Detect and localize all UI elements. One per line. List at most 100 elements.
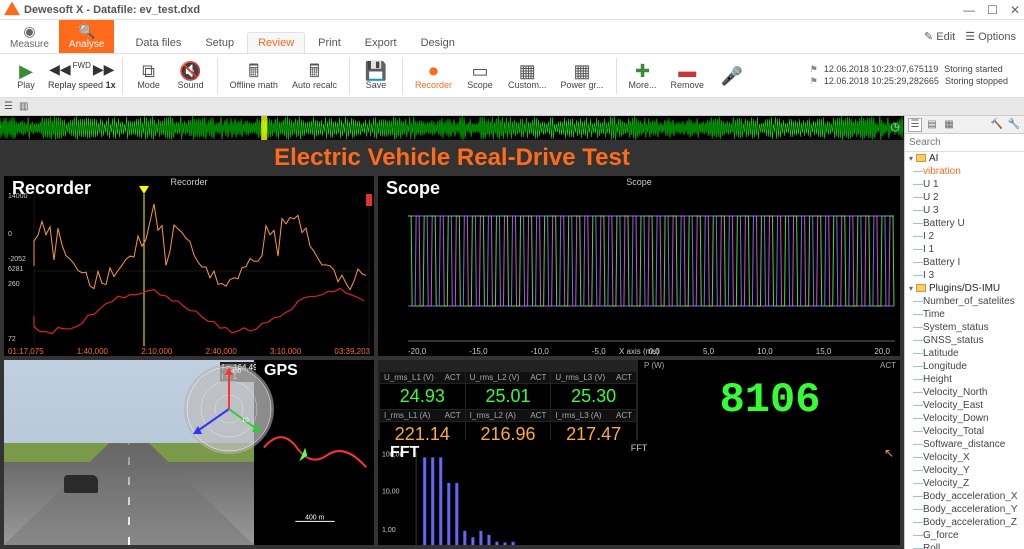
remove-button[interactable]: ▬Remove: [665, 60, 711, 92]
scope-title: Scope: [386, 178, 440, 199]
tree-item[interactable]: I 1: [905, 243, 1024, 256]
search-box[interactable]: 🔍: [905, 134, 1024, 152]
tree-item[interactable]: Body_acceleration_Y: [905, 503, 1024, 516]
tree-item[interactable]: Height: [905, 373, 1024, 386]
scope-x-label: X axis (ms): [619, 347, 659, 356]
cursor-icon[interactable]: ↖: [884, 446, 894, 460]
subtab-setup[interactable]: Setup: [194, 32, 245, 53]
subtab-datafiles[interactable]: Data files: [124, 32, 192, 53]
tree-item[interactable]: Velocity_Down: [905, 412, 1024, 425]
channels-icon[interactable]: ☰: [4, 101, 13, 112]
tree-item[interactable]: Latitude: [905, 347, 1024, 360]
tree-item[interactable]: Battery U: [905, 217, 1024, 230]
tree-item[interactable]: GNSS_status: [905, 334, 1024, 347]
recalc-icon: 🖩: [309, 62, 320, 80]
tree-item[interactable]: U 3: [905, 204, 1024, 217]
layout-icon[interactable]: ▥: [19, 101, 28, 112]
channel-tree[interactable]: AIvibrationU 1U 2U 3Battery UI 2I 1Batte…: [905, 152, 1024, 549]
video-panel[interactable]: 400 10 f = 164,492 Hz i = 1: [4, 360, 254, 545]
maximize-button[interactable]: ☐: [987, 3, 998, 17]
tree-item[interactable]: G_force: [905, 529, 1024, 542]
tree-item[interactable]: Time: [905, 308, 1024, 321]
svg-text:-2052: -2052: [8, 256, 26, 263]
subtab-review[interactable]: Review: [247, 32, 305, 53]
pencil-icon: ✎: [924, 30, 933, 43]
sound-button[interactable]: 🔇Sound: [171, 60, 211, 92]
recorder-subtitle: Recorder: [170, 177, 207, 187]
tree-group[interactable]: AI: [905, 152, 1024, 165]
tree-item[interactable]: Body_acceleration_X: [905, 490, 1024, 503]
dashboard-stage: ◷ Electric Vehicle Real-Drive Test Recor…: [0, 116, 904, 549]
mode-button[interactable]: ⧉Mode: [129, 60, 169, 92]
tab-measure[interactable]: ◉ Measure: [0, 20, 59, 53]
fft-panel[interactable]: FFT FFT 100,00 10,00 1,00 0,10 0,00 3906…: [378, 442, 900, 545]
tree-item[interactable]: Velocity_Y: [905, 464, 1024, 477]
tree-item[interactable]: Software_distance: [905, 438, 1024, 451]
options-button[interactable]: ☰Options: [965, 30, 1016, 43]
tree-item[interactable]: I 2: [905, 230, 1024, 243]
subtab-export[interactable]: Export: [354, 32, 408, 53]
hammer-icon[interactable]: 🔨: [990, 118, 1004, 132]
wrench-icon[interactable]: 🔧: [1007, 118, 1021, 132]
tree-item[interactable]: I 3: [905, 269, 1024, 282]
tree-item[interactable]: Roll: [905, 542, 1024, 549]
top-tabs: ◉ Measure 🔍 Analyse Data files Setup Rev…: [0, 20, 1024, 54]
app-title: Dewesoft X - Datafile: ev_test.dxd: [24, 4, 200, 16]
search-input[interactable]: [905, 134, 1024, 151]
tree-item[interactable]: Velocity_X: [905, 451, 1024, 464]
recorder-panel[interactable]: Recorder Recorder 14000: [4, 176, 374, 356]
tree-item[interactable]: U 2: [905, 191, 1024, 204]
replay-speed-control[interactable]: ◀◀ FWD ▶▶ Replay speed 1x: [48, 61, 116, 90]
tree-item[interactable]: System_status: [905, 321, 1024, 334]
tree-item[interactable]: Velocity_East: [905, 399, 1024, 412]
tree-item[interactable]: Longitude: [905, 360, 1024, 373]
tree-item[interactable]: Velocity_Z: [905, 477, 1024, 490]
calculator-icon: 🖩: [248, 62, 259, 80]
recorder-icon: ⏺: [429, 62, 438, 80]
auto-recalc-button[interactable]: 🖩Auto recalc: [286, 60, 343, 92]
mic-button[interactable]: 🎤: [712, 65, 752, 87]
u-rms-l1: 24.93: [380, 384, 465, 409]
gauge-icon: ◉: [23, 24, 35, 38]
subtab-print[interactable]: Print: [307, 32, 352, 53]
more-button[interactable]: ✚More...: [623, 60, 663, 92]
offline-math-button[interactable]: 🖩Offline math: [224, 60, 284, 92]
custom-view-button[interactable]: ▦Custom...: [502, 60, 553, 92]
secondary-bar: ☰ ▥: [0, 98, 1024, 116]
recorder-time-axis: 01:17,075 1:40,000 2:10,000 2:40,000 3:1…: [4, 347, 374, 356]
fastfwd-icon[interactable]: ▶▶: [93, 61, 115, 78]
channel-side-panel: ☰ ▤ ▦ 🔨 🔧 🔍 AIvibrationU 1U 2U 3Battery …: [904, 116, 1024, 549]
tree-item[interactable]: vibration: [905, 165, 1024, 178]
app-logo-icon: [4, 2, 20, 18]
list-view-icon[interactable]: ▤: [925, 118, 939, 132]
close-button[interactable]: ✕: [1010, 3, 1020, 17]
subtab-design[interactable]: Design: [410, 32, 466, 53]
tree-item[interactable]: Velocity_Total: [905, 425, 1024, 438]
scope-subtitle: Scope: [626, 177, 652, 187]
tree-item[interactable]: Velocity_North: [905, 386, 1024, 399]
tree-view-icon[interactable]: ☰: [908, 118, 922, 132]
save-button[interactable]: 💾Save: [356, 60, 396, 92]
tree-item[interactable]: Body_acceleration_Z: [905, 516, 1024, 529]
edit-button[interactable]: ✎Edit: [924, 30, 955, 43]
minimize-button[interactable]: —: [963, 3, 975, 17]
power-icon: ▦: [574, 62, 591, 80]
scope-panel[interactable]: Scope Scope -20,0-15,0-10,0-5,00,05,010,…: [378, 176, 900, 356]
rewind-icon[interactable]: ◀◀: [49, 61, 71, 78]
overview-waveform[interactable]: ◷: [0, 116, 904, 140]
tab-analyse[interactable]: 🔍 Analyse: [59, 20, 115, 53]
recorder-view-button[interactable]: ⏺Recorder: [409, 60, 458, 92]
toolbar: ▶Play ◀◀ FWD ▶▶ Replay speed 1x ⧉Mode 🔇S…: [0, 54, 1024, 98]
play-button[interactable]: ▶Play: [6, 60, 46, 92]
tree-item[interactable]: Number_of_satelites: [905, 295, 1024, 308]
powergrid-view-button[interactable]: ▦Power gr...: [555, 60, 610, 92]
tree-group[interactable]: Plugins/DS-IMU: [905, 282, 1024, 295]
scope-view-button[interactable]: ▭Scope: [460, 60, 500, 92]
fft-subtitle: FFT: [631, 443, 648, 453]
scope-icon: ▭: [471, 62, 488, 80]
tree-item[interactable]: Battery I: [905, 256, 1024, 269]
magnifier-icon: 🔍: [78, 24, 95, 38]
grid-view-icon[interactable]: ▦: [942, 118, 956, 132]
tree-item[interactable]: U 1: [905, 178, 1024, 191]
clock-icon[interactable]: ◷: [890, 120, 900, 133]
